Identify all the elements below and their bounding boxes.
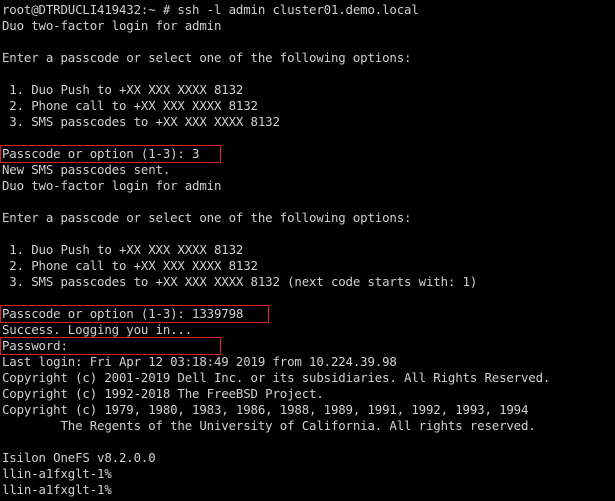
option-phone-call: 2. Phone call to +XX XXX XXXX 8132 <box>2 98 258 113</box>
onefs-version: Isilon OneFS v8.2.0.0 <box>2 450 156 465</box>
duo-login-banner: Duo two-factor login for admin <box>2 18 222 33</box>
copyright-dell: Copyright (c) 2001-2019 Dell Inc. or its… <box>2 370 551 385</box>
terminal-window[interactable]: root@DTRDUCLI419432:~ # ssh -l admin clu… <box>0 0 615 501</box>
passcode-instruction-2: Enter a passcode or select one of the fo… <box>2 210 412 225</box>
option-sms-passcodes: 3. SMS passcodes to +XX XXX XXXX 8132 <box>2 114 280 129</box>
command-prompt-line: root@DTRDUCLI419432:~ # ssh -l admin clu… <box>2 2 419 17</box>
passcode-prompt-2: Passcode or option (1-3): 1339798 <box>2 306 244 321</box>
duo-login-banner-2: Duo two-factor login for admin <box>2 178 222 193</box>
option-sms-passcodes-2: 3. SMS passcodes to +XX XXX XXXX 8132 (n… <box>2 274 478 289</box>
passcode-prompt-1: Passcode or option (1-3): 3 <box>2 146 200 161</box>
option-phone-call-2: 2. Phone call to +XX XXX XXXX 8132 <box>2 258 258 273</box>
sms-sent-message: New SMS passcodes sent. <box>2 162 171 177</box>
copyright-freebsd: Copyright (c) 1992-2018 The FreeBSD Proj… <box>2 386 324 401</box>
shell-prompt-2: llin-a1fxglt-1% <box>2 482 112 497</box>
copyright-regents-years: Copyright (c) 1979, 1980, 1983, 1986, 19… <box>2 402 529 417</box>
copyright-regents: The Regents of the University of Califor… <box>2 418 536 433</box>
last-login-line: Last login: Fri Apr 12 03:18:49 2019 fro… <box>2 354 397 369</box>
login-success-message: Success. Logging you in... <box>2 322 193 337</box>
shell-prompt-1: llin-a1fxglt-1% <box>2 466 112 481</box>
option-duo-push: 1. Duo Push to +XX XXX XXXX 8132 <box>2 82 244 97</box>
passcode-instruction: Enter a passcode or select one of the fo… <box>2 50 412 65</box>
option-duo-push-2: 1. Duo Push to +XX XXX XXXX 8132 <box>2 242 244 257</box>
password-prompt: Password: <box>2 338 68 353</box>
